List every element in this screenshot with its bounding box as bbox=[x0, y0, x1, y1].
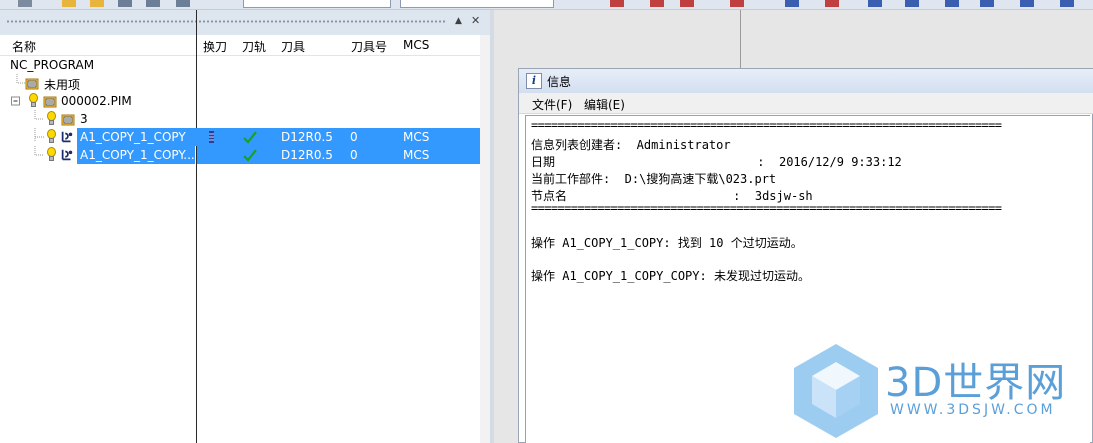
toolbar-icon[interactable] bbox=[118, 0, 132, 7]
navigator-column-header: 名称 换刀 刀轨 刀具 刀具号 MCS bbox=[0, 35, 490, 56]
cube-logo-icon bbox=[794, 344, 878, 438]
info-line: 操作 A1_COPY_1_COPY_COPY: 未发现过切运动。 bbox=[531, 269, 810, 283]
tree-connector-icon bbox=[34, 128, 44, 142]
tree-item-label: 3 bbox=[80, 112, 88, 126]
folder-icon[interactable] bbox=[62, 0, 76, 7]
check-icon bbox=[243, 131, 257, 144]
info-line: 日期 : 2016/12/9 9:33:12 bbox=[531, 155, 902, 169]
toolbar-icon[interactable] bbox=[945, 0, 959, 7]
tree-row-operation[interactable]: A1_COPY_1_COPY D12R0.5 0 MCS bbox=[0, 128, 480, 146]
program-group-icon bbox=[25, 78, 39, 90]
graphics-divider bbox=[740, 10, 741, 70]
close-icon[interactable]: ✕ bbox=[471, 14, 480, 27]
watermark: 3D世界网 WWW.3DSJW.COM bbox=[790, 338, 1090, 443]
mcs-cell: MCS bbox=[403, 148, 430, 162]
program-group-icon bbox=[61, 114, 75, 126]
tree-row-root[interactable]: NC_PROGRAM bbox=[0, 56, 480, 74]
toolbar-icon[interactable] bbox=[868, 0, 882, 7]
toolbar-icon[interactable] bbox=[146, 0, 160, 7]
info-line: 当前工作部件: D:\搜狗高速下载\023.prt bbox=[531, 172, 777, 186]
folder-icon[interactable] bbox=[90, 0, 104, 7]
toolbar-icon[interactable] bbox=[785, 0, 799, 7]
info-window-titlebar[interactable]: i 信息 bbox=[519, 69, 1093, 94]
navigator-grip-bar: ▲ ✕ bbox=[0, 10, 490, 35]
info-line: 信息列表创建者: Administrator bbox=[531, 138, 731, 152]
toolbar-icon[interactable] bbox=[980, 0, 994, 7]
main-toolbar bbox=[0, 0, 1093, 10]
tool-cell: D12R0.5 bbox=[281, 130, 333, 144]
tree-row-program[interactable]: 000002.PIM bbox=[0, 92, 480, 110]
tree-item-label: NC_PROGRAM bbox=[10, 58, 95, 72]
column-header-tool-number[interactable]: 刀具号 bbox=[351, 38, 387, 55]
tree-connector-icon bbox=[34, 146, 44, 156]
menu-file[interactable]: 文件(F) bbox=[532, 96, 572, 113]
watermark-url: WWW.3DSJW.COM bbox=[890, 402, 1056, 418]
info-line: 操作 A1_COPY_1_COPY: 找到 10 个过切运动。 bbox=[531, 236, 803, 250]
tree-connector-icon bbox=[16, 74, 25, 84]
tool-number-cell: 0 bbox=[350, 148, 358, 162]
tree-item-label: A1_COPY_1_COPY... bbox=[80, 148, 195, 162]
navigator-scroll-strip[interactable] bbox=[480, 35, 490, 443]
grip-dots[interactable] bbox=[6, 20, 446, 23]
tree-item-label: A1_COPY_1_COPY bbox=[80, 130, 186, 144]
column-header-mcs[interactable]: MCS bbox=[403, 38, 429, 52]
status-bulb-icon bbox=[47, 147, 56, 161]
collapse-arrow-icon[interactable]: ▲ bbox=[455, 16, 462, 26]
mcs-cell: MCS bbox=[403, 130, 430, 144]
toolbar-icon[interactable] bbox=[176, 0, 190, 7]
toolbar-combo[interactable] bbox=[400, 0, 554, 8]
toolbar-icon[interactable] bbox=[730, 0, 744, 7]
toolbar-icon[interactable] bbox=[825, 0, 839, 7]
toolbar-icon[interactable] bbox=[1020, 0, 1034, 7]
tree-item-label: 未用项 bbox=[44, 78, 81, 92]
separator-line: ========================================… bbox=[531, 118, 1002, 132]
column-header-tool[interactable]: 刀具 bbox=[281, 38, 305, 55]
menu-edit[interactable]: 编辑(E) bbox=[584, 96, 625, 113]
column-header-name[interactable]: 名称 bbox=[12, 38, 36, 55]
status-bulb-icon bbox=[47, 129, 56, 143]
column-header-toolpath[interactable]: 刀轨 bbox=[242, 38, 266, 55]
column-header-toolchange[interactable]: 换刀 bbox=[203, 38, 227, 55]
toolbar-icon[interactable] bbox=[18, 0, 32, 7]
toolbar-icon[interactable] bbox=[610, 0, 624, 7]
toolbar-combo[interactable] bbox=[243, 0, 391, 8]
watermark-brand: 3D世界网 bbox=[885, 360, 1067, 406]
program-group-icon bbox=[43, 96, 57, 108]
toolbar-icon[interactable] bbox=[680, 0, 694, 7]
tool-cell: D12R0.5 bbox=[281, 148, 333, 162]
tool-change-icon bbox=[209, 131, 214, 143]
tool-number-cell: 0 bbox=[350, 130, 358, 144]
info-menubar: 文件(F) 编辑(E) bbox=[519, 93, 1093, 114]
check-icon bbox=[243, 149, 257, 162]
row-selection-highlight bbox=[197, 146, 480, 164]
tree-row-operation[interactable]: A1_COPY_1_COPY... D12R0.5 0 MCS bbox=[0, 146, 480, 164]
info-window-title: 信息 bbox=[547, 75, 572, 89]
status-bulb-icon bbox=[47, 111, 56, 125]
status-bulb-icon bbox=[29, 93, 38, 107]
mill-operation-icon bbox=[61, 131, 73, 143]
toolbar-icon[interactable] bbox=[1060, 0, 1074, 7]
mill-operation-icon bbox=[61, 149, 73, 161]
info-icon: i bbox=[526, 73, 542, 89]
toolbar-icon[interactable] bbox=[905, 0, 919, 7]
tree-connector-icon bbox=[34, 110, 44, 120]
separator-line: ========================================… bbox=[531, 201, 1002, 215]
toolbar-icon[interactable] bbox=[650, 0, 664, 7]
operation-navigator: ▲ ✕ 名称 换刀 刀轨 刀具 刀具号 MCS NC_PROGRAM 未用项 0… bbox=[0, 10, 490, 443]
tree-row-group-3[interactable]: 3 bbox=[0, 110, 480, 128]
collapse-box-icon[interactable] bbox=[9, 94, 23, 108]
tree-row-unused[interactable]: 未用项 bbox=[0, 74, 480, 92]
tree-item-label: 000002.PIM bbox=[61, 94, 132, 108]
